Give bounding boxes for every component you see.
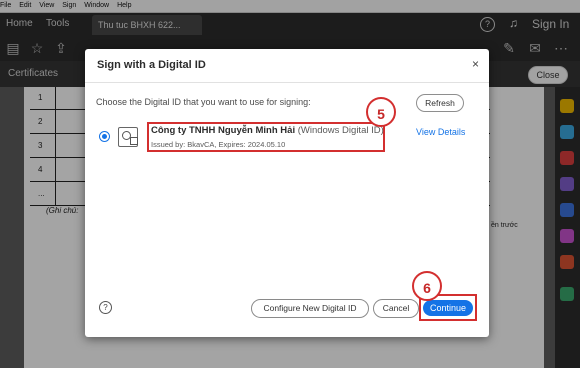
digital-id-name[interactable]: Công ty TNHH Nguyễn Minh Hải (Windows Di…	[151, 125, 384, 136]
digital-id-radio[interactable]	[99, 131, 110, 142]
continue-button[interactable]: Continue	[423, 300, 473, 316]
step-5-marker: 5	[366, 97, 396, 127]
step-6-marker: 6	[412, 271, 442, 301]
refresh-button[interactable]: Refresh	[416, 94, 464, 112]
cancel-button[interactable]: Cancel	[373, 299, 419, 318]
close-icon[interactable]: ×	[472, 57, 479, 71]
dialog-prompt: Choose the Digital ID that you want to u…	[96, 97, 311, 107]
dialog-title: Sign with a Digital ID	[97, 59, 206, 71]
view-details-link[interactable]: View Details	[416, 127, 465, 137]
digital-id-issued: Issued by: BkavCA, Expires: 2024.05.10	[151, 140, 286, 149]
divider	[85, 82, 489, 83]
help-icon[interactable]: ?	[99, 301, 112, 314]
configure-digital-id-button[interactable]: Configure New Digital ID	[251, 299, 369, 318]
digital-id-owner: Công ty TNHH Nguyễn Minh Hải	[151, 125, 296, 136]
certificate-icon	[118, 127, 138, 147]
digital-id-type: (Windows Digital ID)	[297, 125, 384, 136]
